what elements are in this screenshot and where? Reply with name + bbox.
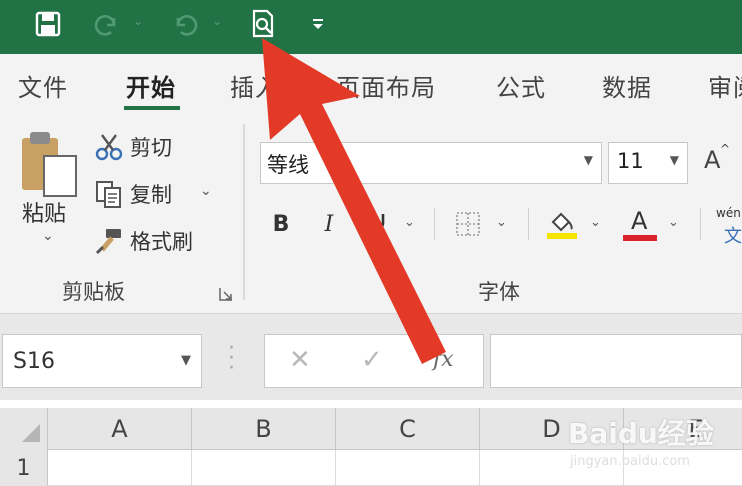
font-color-letter: A bbox=[631, 207, 648, 235]
font-size-combobox[interactable]: 11 ▼ bbox=[608, 142, 688, 184]
active-tab-indicator bbox=[124, 106, 180, 110]
row-header-1[interactable]: 1 bbox=[0, 450, 48, 486]
clipboard-dialog-launcher-icon[interactable] bbox=[218, 286, 234, 302]
font-row-separator-3 bbox=[700, 208, 701, 240]
cell-a1[interactable] bbox=[48, 450, 192, 486]
font-row-separator bbox=[434, 208, 435, 240]
column-header-a[interactable]: A bbox=[48, 408, 192, 450]
phonetic-guide-bottom[interactable]: 文 bbox=[724, 222, 742, 248]
cancel-entry-button[interactable]: ✕ bbox=[289, 345, 311, 375]
font-row-separator-2 bbox=[528, 208, 529, 240]
fill-color-button[interactable] bbox=[544, 205, 580, 243]
column-header-b[interactable]: B bbox=[192, 408, 336, 450]
cell-c1[interactable] bbox=[336, 450, 480, 486]
borders-button[interactable] bbox=[452, 205, 484, 243]
borders-icon bbox=[456, 212, 480, 236]
font-size-dropdown-icon[interactable]: ▼ bbox=[670, 153, 679, 167]
font-group-label: 字体 bbox=[478, 280, 520, 304]
formula-bar-buttons: ✕ ✓ fx bbox=[264, 334, 484, 388]
redo-dropdown-icon[interactable]: ⌄ bbox=[133, 14, 143, 28]
insert-function-button[interactable]: fx bbox=[433, 347, 454, 372]
enter-entry-button[interactable]: ✓ bbox=[361, 345, 383, 375]
save-icon[interactable] bbox=[30, 6, 66, 42]
copy-label: 复制 bbox=[130, 183, 172, 207]
undo-icon[interactable] bbox=[168, 6, 204, 42]
clipboard-group-label: 剪贴板 bbox=[62, 280, 125, 304]
column-header-d[interactable]: D bbox=[480, 408, 624, 450]
cell-e1[interactable] bbox=[624, 450, 742, 486]
format-painter-button[interactable]: 格式刷 bbox=[94, 222, 193, 260]
print-preview-icon[interactable] bbox=[246, 6, 280, 42]
cut-button[interactable]: 剪切 bbox=[94, 128, 172, 166]
tab-page-layout[interactable]: 页面布局 bbox=[336, 68, 436, 103]
copy-icon bbox=[96, 181, 121, 208]
italic-button[interactable]: I bbox=[316, 205, 342, 243]
name-box-dropdown-icon[interactable]: ▼ bbox=[181, 353, 191, 368]
undo-dropdown-icon[interactable]: ⌄ bbox=[212, 14, 222, 28]
tab-data[interactable]: 数据 bbox=[602, 68, 652, 103]
font-size-value: 11 bbox=[617, 149, 644, 173]
ribbon-tab-bar: 文件 开始 插入 页面布局 公式 数据 审阅 bbox=[0, 54, 742, 114]
tab-file[interactable]: 文件 bbox=[18, 68, 68, 103]
phonetic-guide-top[interactable]: wén bbox=[716, 206, 741, 220]
font-color-swatch bbox=[623, 235, 657, 241]
column-header-c[interactable]: C bbox=[336, 408, 480, 450]
name-box[interactable]: S16 ▼ bbox=[2, 334, 202, 388]
underline-button[interactable] bbox=[362, 205, 392, 243]
tab-insert[interactable]: 插入 bbox=[230, 68, 280, 103]
scissors-icon bbox=[95, 134, 123, 161]
underline-icon bbox=[369, 214, 385, 236]
borders-dropdown-icon[interactable]: ⌄ bbox=[496, 215, 507, 230]
copy-dropdown-icon[interactable]: ⌄ bbox=[200, 183, 212, 199]
ribbon-group-separator bbox=[243, 124, 245, 300]
cut-label: 剪切 bbox=[130, 136, 172, 160]
paste-dropdown-icon[interactable]: ⌄ bbox=[42, 228, 54, 244]
font-name-dropdown-icon[interactable]: ▼ bbox=[584, 153, 593, 167]
tab-formulas[interactable]: 公式 bbox=[496, 68, 546, 103]
fill-color-dropdown-icon[interactable]: ⌄ bbox=[590, 215, 601, 230]
cell-b1[interactable] bbox=[192, 450, 336, 486]
fill-color-icon bbox=[547, 212, 577, 239]
customize-qat-icon[interactable] bbox=[306, 6, 330, 42]
name-box-value: S16 bbox=[13, 349, 55, 374]
tab-review[interactable]: 审阅 bbox=[708, 68, 742, 103]
formula-bar-resize-handle[interactable]: · · · bbox=[228, 338, 235, 380]
formula-input[interactable] bbox=[490, 334, 742, 388]
format-painter-label: 格式刷 bbox=[130, 230, 193, 254]
underline-dropdown-icon[interactable]: ⌄ bbox=[404, 215, 415, 230]
quick-access-toolbar: ⌄ ⌄ bbox=[0, 0, 742, 54]
bold-button[interactable]: B bbox=[266, 205, 296, 243]
column-header-e[interactable]: E bbox=[624, 408, 742, 450]
tab-home[interactable]: 开始 bbox=[126, 68, 176, 103]
increase-font-size-button[interactable]: A bbox=[704, 146, 720, 174]
font-name-value: 等线 bbox=[267, 153, 309, 177]
font-color-dropdown-icon[interactable]: ⌄ bbox=[668, 215, 679, 230]
cell-d1[interactable] bbox=[480, 450, 624, 486]
copy-button[interactable]: 复制 bbox=[94, 175, 172, 213]
paste-label: 粘贴 bbox=[22, 202, 67, 227]
font-color-button[interactable]: A bbox=[622, 205, 658, 243]
paste-icon bbox=[22, 132, 77, 197]
font-name-combobox[interactable]: 等线 ▼ bbox=[260, 142, 602, 184]
increase-font-caret-icon: ^ bbox=[720, 142, 731, 156]
redo-icon[interactable] bbox=[88, 6, 124, 42]
format-painter-icon bbox=[95, 229, 121, 255]
select-all-triangle-icon bbox=[22, 424, 40, 442]
